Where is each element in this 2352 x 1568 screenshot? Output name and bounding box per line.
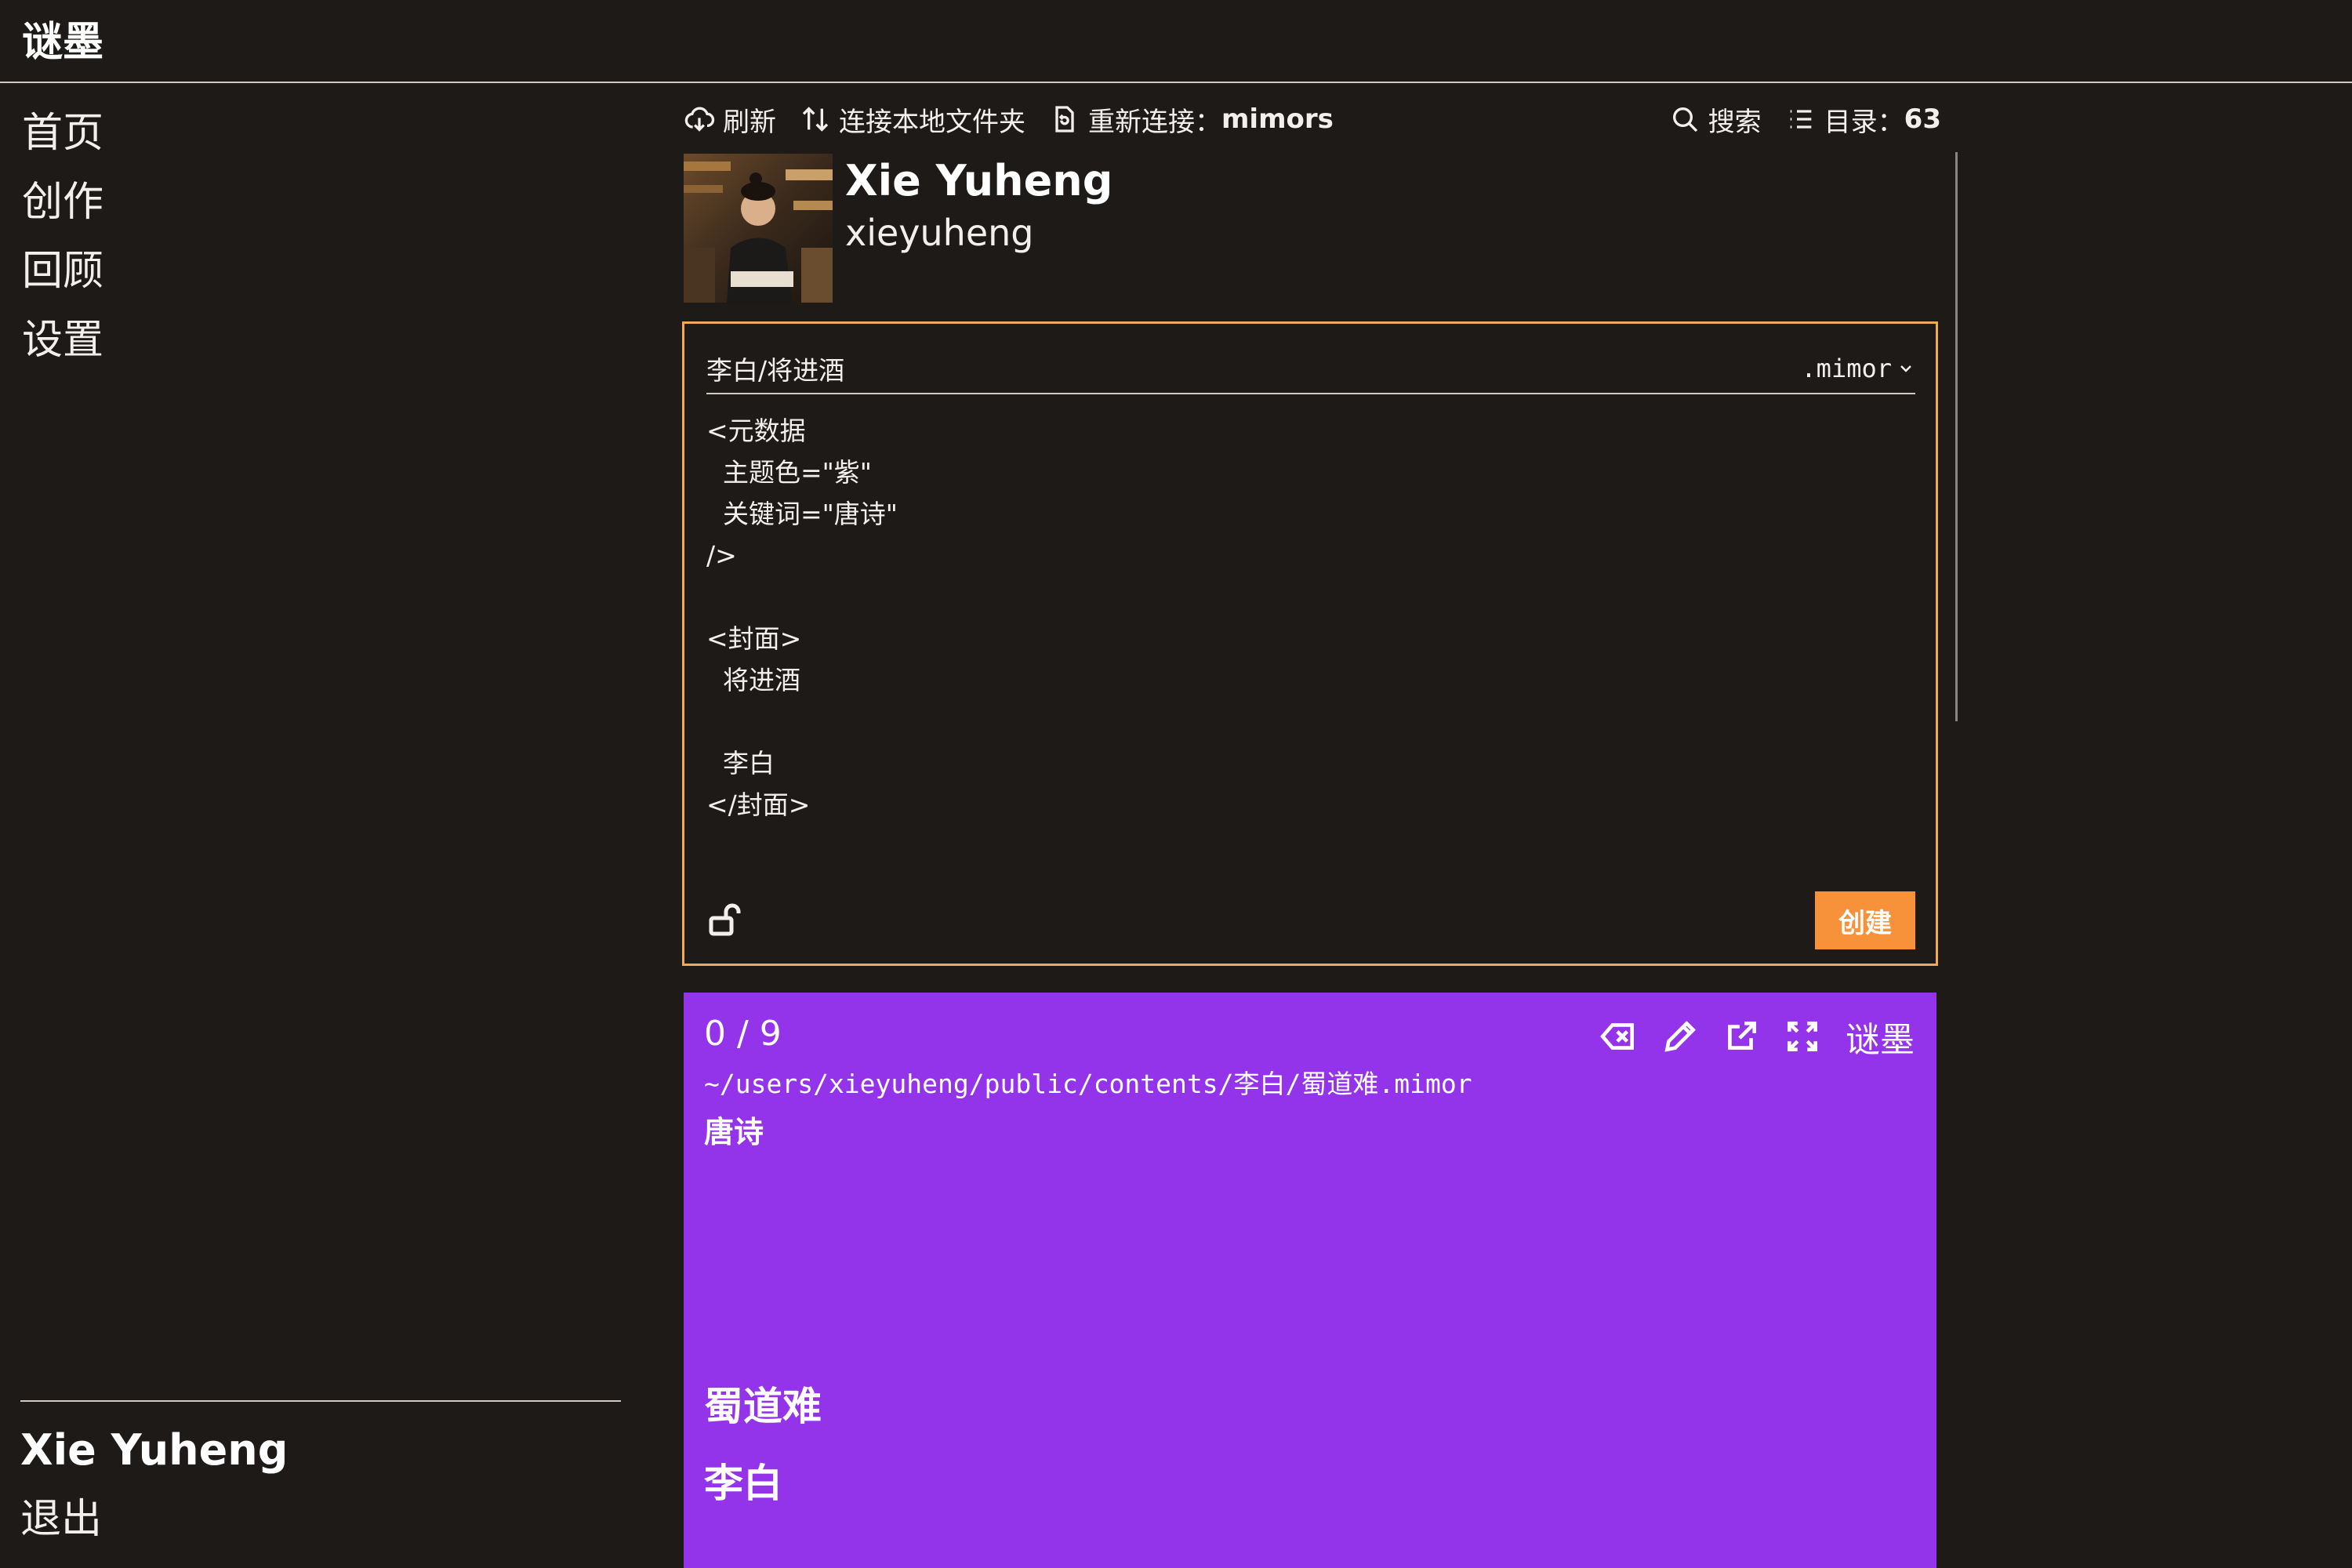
chevron-down-icon <box>1900 365 1911 372</box>
extension-value: .mimor <box>1801 354 1892 383</box>
profile-handle: xieyuheng <box>845 212 1034 254</box>
connect-local-folder-button[interactable]: 连接本地文件夹 <box>800 100 1025 139</box>
preview-keyword: 唐诗 <box>704 1115 764 1149</box>
external-link-icon[interactable] <box>1722 1017 1761 1056</box>
list-icon <box>1790 110 1812 129</box>
toc-label: 目录： <box>1824 106 1904 138</box>
logout-link[interactable]: 退出 <box>20 1486 102 1552</box>
preview-card: 0 / 9 谜墨 ~/users/xieyuheng/public/conten… <box>684 993 1936 1568</box>
pencil-icon[interactable] <box>1661 1017 1700 1056</box>
toc-button[interactable]: 目录： 63 <box>1785 100 1941 139</box>
search-icon <box>1672 107 1697 132</box>
create-button[interactable]: 创建 <box>1815 891 1915 949</box>
sidebar-item-settings[interactable]: 设置 <box>22 306 103 375</box>
reconnect-label: 重新连接： <box>1088 106 1221 138</box>
editor-path-input[interactable]: 李白/将进酒 <box>706 350 844 387</box>
editor-header: 李白/将进酒 .mimor <box>706 344 1915 394</box>
search-button[interactable]: 搜索 <box>1669 100 1762 139</box>
connect-local-label: 连接本地文件夹 <box>839 106 1025 138</box>
sidebar-user-name[interactable]: Xie Yuheng <box>20 1417 288 1483</box>
preview-toolbar: 谜墨 <box>1577 1011 1915 1062</box>
app-brand[interactable]: 谜墨 <box>22 11 103 74</box>
search-label: 搜索 <box>1708 106 1762 138</box>
avatar-photo <box>684 154 833 303</box>
header-divider <box>0 82 2352 83</box>
cloud-download-icon <box>684 107 715 132</box>
sidebar-nav: 首页 创作 回顾 设置 <box>22 99 103 375</box>
reconnect-button[interactable]: 重新连接： mimors <box>1049 100 1334 139</box>
backspace-icon[interactable] <box>1599 1017 1639 1056</box>
fullscreen-icon[interactable] <box>1783 1017 1822 1056</box>
toolbar: 刷新 连接本地文件夹 重新连接： mimors 搜索 目录： 63 <box>684 94 1941 144</box>
refresh-label: 刷新 <box>723 106 776 138</box>
swap-vertical-icon <box>802 107 829 132</box>
file-refresh-icon <box>1055 106 1074 132</box>
editor-panel: 李白/将进酒 .mimor <元数据 主题色="紫" 关键词="唐诗" /> <… <box>682 321 1938 966</box>
refresh-button[interactable]: 刷新 <box>684 100 776 139</box>
sidebar-divider <box>20 1400 621 1402</box>
sidebar-item-review[interactable]: 回顾 <box>22 237 103 306</box>
editor-textarea[interactable]: <元数据 主题色="紫" 关键词="唐诗" /> <封面> 将进酒 李白 </封… <box>706 410 1915 849</box>
scrollbar[interactable] <box>1955 152 1958 721</box>
extension-select[interactable]: .mimor <box>1801 354 1915 383</box>
preview-counter: 0 / 9 <box>704 1014 782 1054</box>
reconnect-target: mimors <box>1221 103 1334 135</box>
preview-brand[interactable]: 谜墨 <box>1846 1011 1915 1062</box>
sidebar-item-create[interactable]: 创作 <box>22 168 103 237</box>
sidebar-item-home[interactable]: 首页 <box>22 99 103 168</box>
preview-author: 李白 <box>704 1461 782 1506</box>
preview-title: 蜀道难 <box>704 1384 822 1429</box>
unlock-icon[interactable] <box>706 901 744 938</box>
toc-count: 63 <box>1904 103 1941 135</box>
preview-file-path: ~/users/xieyuheng/public/contents/李白/蜀道难… <box>704 1069 1472 1099</box>
avatar <box>684 154 833 303</box>
profile-name[interactable]: Xie Yuheng <box>845 154 1112 209</box>
